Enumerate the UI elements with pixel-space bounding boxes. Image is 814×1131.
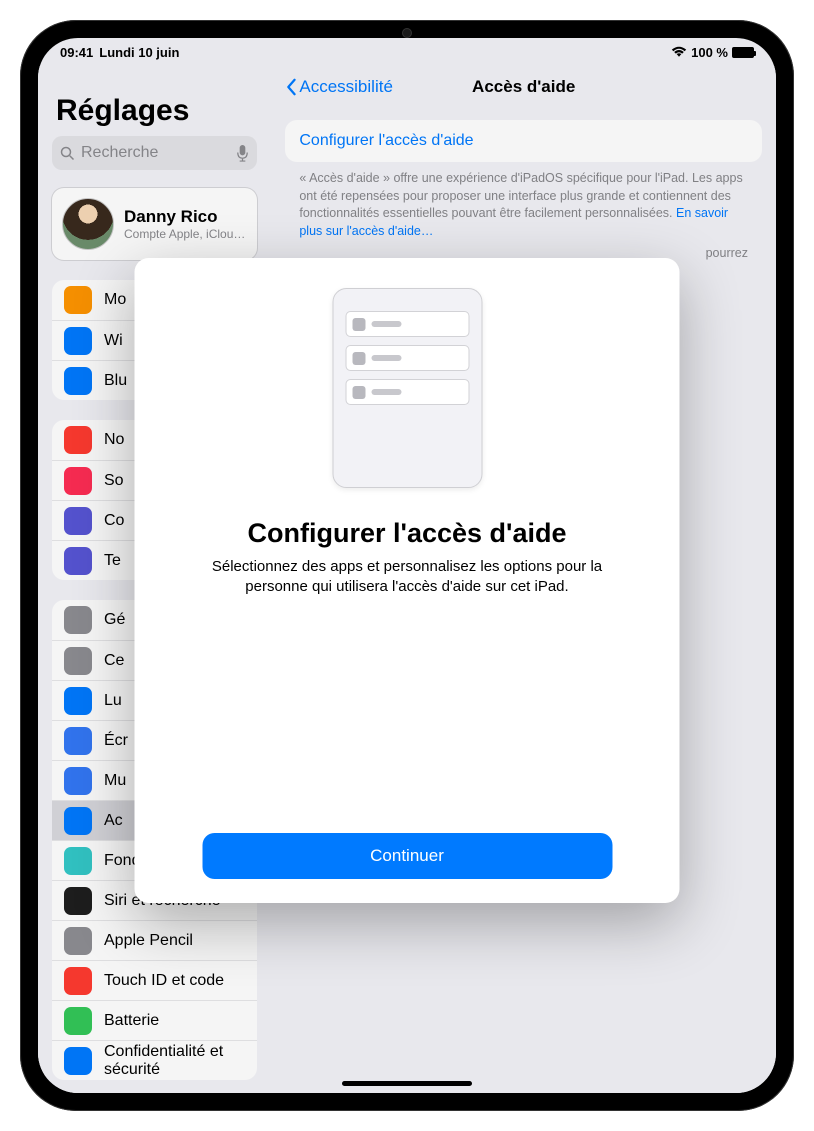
description-text: « Accès d'aide » offre une expérience d'…	[285, 162, 762, 240]
sidebar-item-label: Confidentialité et sécurité	[104, 1043, 245, 1079]
modal-body: Sélectionnez des apps et personnalisez l…	[193, 557, 622, 598]
sidebar-item-label: Écr	[104, 732, 128, 750]
sidebar-item-icon	[64, 887, 92, 915]
sidebar-item-icon	[64, 426, 92, 454]
sidebar-item-label: Co	[104, 512, 124, 530]
wifi-icon	[671, 46, 687, 58]
ipad-device: 09:41 Lundi 10 juin 100 % Réglages Reche…	[20, 20, 794, 1111]
home-indicator[interactable]	[342, 1081, 472, 1086]
account-card[interactable]: Danny Rico Compte Apple, iCloud+, médias	[52, 188, 257, 260]
setup-modal: Configurer l'accès d'aide Sélectionnez d…	[135, 258, 680, 903]
configure-card: Configurer l'accès d'aide	[285, 120, 762, 162]
sidebar-item-label: Ac	[104, 812, 123, 830]
sidebar-item-icon	[64, 687, 92, 715]
sidebar-item-label: Ce	[104, 652, 124, 670]
back-button[interactable]: Accessibilité	[285, 77, 393, 97]
account-name: Danny Rico	[124, 207, 247, 227]
sidebar-item-icon	[64, 467, 92, 495]
sidebar-item-icon	[64, 967, 92, 995]
sidebar-item-label: Mo	[104, 291, 126, 309]
avatar	[62, 198, 114, 250]
status-bar: 09:41 Lundi 10 juin 100 %	[38, 38, 776, 66]
search-input[interactable]: Recherche	[52, 136, 257, 170]
search-icon	[60, 146, 75, 161]
sidebar-item-icon	[64, 647, 92, 675]
sidebar-item-label: So	[104, 472, 124, 490]
account-sub: Compte Apple, iCloud+, médias	[124, 227, 247, 241]
description-extra: xxxxxxxxxxxxxxxxxxxxxxxxxxxxxxxxxxxxxxxx…	[285, 240, 762, 260]
sidebar-item-label: Te	[104, 552, 121, 570]
sidebar-item-icon	[64, 927, 92, 955]
battery-icon	[732, 47, 754, 58]
sidebar-item-icon	[64, 767, 92, 795]
sidebar-item-label: Batterie	[104, 1012, 159, 1030]
configure-link[interactable]: Configurer l'accès d'aide	[285, 120, 762, 162]
sidebar-item-icon	[64, 807, 92, 835]
sidebar-item-icon	[64, 367, 92, 395]
sidebar-item-label: Mu	[104, 772, 126, 790]
status-time: 09:41	[60, 45, 93, 60]
modal-title: Configurer l'accès d'aide	[248, 518, 567, 549]
sidebar-item-icon	[64, 606, 92, 634]
sidebar-item-icon	[64, 327, 92, 355]
status-date: Lundi 10 juin	[99, 45, 179, 60]
mic-icon[interactable]	[236, 145, 249, 162]
sidebar-item[interactable]: Batterie	[52, 1000, 257, 1040]
sidebar-item-label: Lu	[104, 692, 122, 710]
sidebar-item-label: Apple Pencil	[104, 932, 193, 950]
front-camera	[402, 28, 412, 38]
screen: 09:41 Lundi 10 juin 100 % Réglages Reche…	[38, 38, 776, 1093]
sidebar-item-label: No	[104, 431, 124, 449]
search-placeholder: Recherche	[81, 144, 158, 162]
sidebar-item-label: Gé	[104, 611, 125, 629]
sidebar-item-label: Touch ID et code	[104, 972, 224, 990]
chevron-left-icon	[285, 78, 297, 96]
sidebar-item-label: Wi	[104, 332, 123, 350]
sidebar-item-label: Blu	[104, 372, 127, 390]
settings-title: Réglages	[56, 94, 257, 128]
modal-illustration	[332, 288, 482, 488]
sidebar-item[interactable]: Apple Pencil	[52, 920, 257, 960]
sidebar-item-icon	[64, 1047, 92, 1075]
battery-percent: 100 %	[691, 45, 728, 60]
back-label: Accessibilité	[299, 77, 393, 97]
sidebar-item[interactable]: Confidentialité et sécurité	[52, 1040, 257, 1080]
sidebar-item-icon	[64, 286, 92, 314]
continue-button[interactable]: Continuer	[202, 833, 612, 879]
sidebar-item-icon	[64, 547, 92, 575]
sidebar-item-icon	[64, 507, 92, 535]
sidebar-item-icon	[64, 1007, 92, 1035]
nav-bar: Accessibilité Accès d'aide	[285, 66, 762, 108]
sidebar-item-icon	[64, 727, 92, 755]
sidebar-item[interactable]: Touch ID et code	[52, 960, 257, 1000]
sidebar-item-icon	[64, 847, 92, 875]
